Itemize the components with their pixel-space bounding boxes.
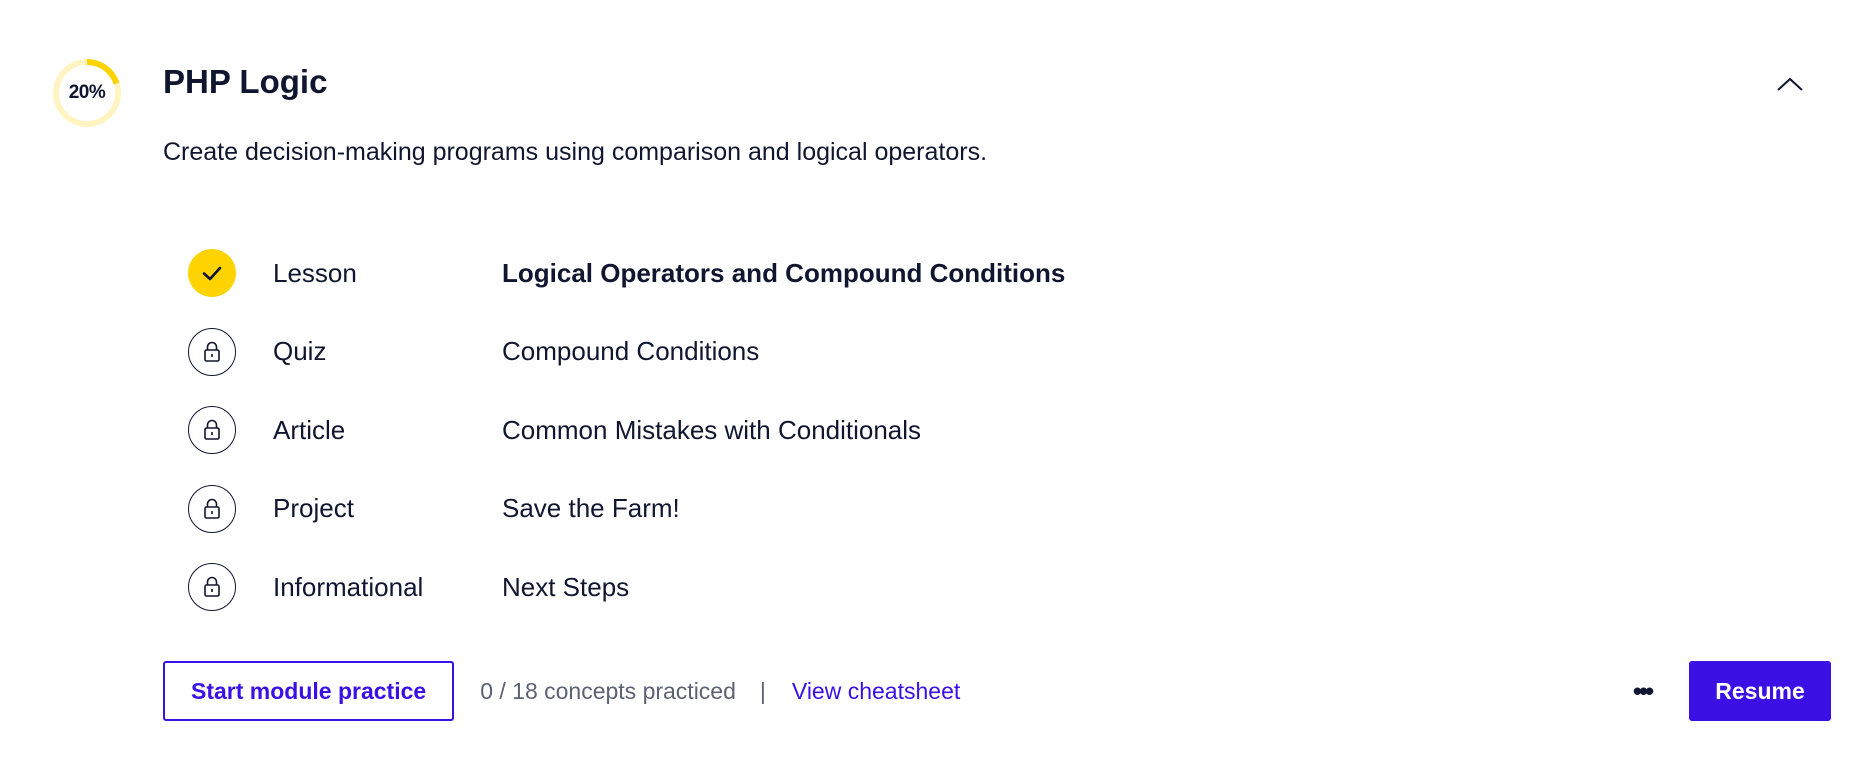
item-type-label: Quiz bbox=[273, 336, 327, 367]
item-title: Next Steps bbox=[502, 571, 630, 602]
module-item[interactable]: Informational Next Steps bbox=[188, 548, 1388, 627]
locked-badge bbox=[188, 484, 236, 533]
module-description: Create decision-making programs using co… bbox=[163, 138, 988, 166]
module-item[interactable]: Lesson Logical Operators and Compound Co… bbox=[188, 234, 1388, 313]
progress-percent-label: 20% bbox=[68, 82, 106, 103]
locked-badge bbox=[188, 563, 236, 612]
checkmark-icon bbox=[202, 266, 222, 281]
lock-icon bbox=[204, 576, 220, 598]
ellipsis-icon: ••• bbox=[1632, 675, 1654, 706]
view-cheatsheet-link[interactable]: View cheatsheet bbox=[792, 678, 960, 705]
chevron-up-icon bbox=[1777, 77, 1803, 91]
locked-badge bbox=[188, 406, 236, 455]
item-type-label: Lesson bbox=[273, 257, 357, 288]
module-items-list: Lesson Logical Operators and Compound Co… bbox=[188, 234, 1388, 627]
lock-icon bbox=[204, 498, 220, 519]
more-options-button[interactable]: ••• bbox=[1622, 674, 1662, 708]
footer-separator: | bbox=[759, 677, 766, 704]
item-type-label: Informational bbox=[273, 571, 424, 602]
module-item[interactable]: Quiz Compound Conditions bbox=[188, 313, 1388, 392]
resume-button[interactable]: Resume bbox=[1689, 661, 1831, 721]
item-type-label: Project bbox=[273, 493, 354, 524]
start-module-practice-button[interactable]: Start module practice bbox=[163, 661, 455, 721]
completed-badge bbox=[188, 249, 236, 298]
item-title: Logical Operators and Compound Condition… bbox=[502, 257, 1066, 288]
progress-ring: 20% bbox=[52, 58, 122, 128]
lock-icon bbox=[204, 341, 220, 362]
module-item[interactable]: Project Save the Farm! bbox=[188, 470, 1388, 549]
concepts-practiced-count: 0 / 18 concepts practiced bbox=[480, 677, 736, 704]
item-title: Compound Conditions bbox=[502, 336, 760, 367]
item-title: Save the Farm! bbox=[502, 493, 680, 524]
collapse-button[interactable] bbox=[1772, 66, 1808, 102]
module-title: PHP Logic bbox=[163, 63, 328, 100]
lock-icon bbox=[204, 419, 220, 441]
module-item[interactable]: Article Common Mistakes with Conditional… bbox=[188, 391, 1388, 470]
item-type-label: Article bbox=[273, 414, 346, 445]
locked-badge bbox=[188, 327, 236, 376]
module-footer: Start module practice 0 / 18 concepts pr… bbox=[163, 661, 960, 721]
item-title: Common Mistakes with Conditionals bbox=[502, 414, 922, 445]
